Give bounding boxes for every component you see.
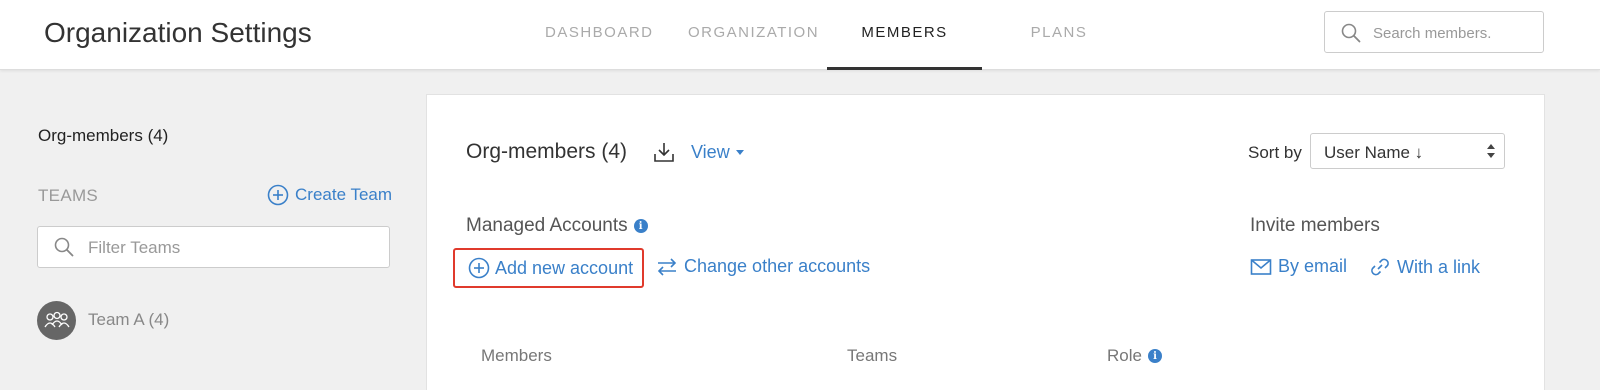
change-other-accounts-label: Change other accounts (684, 256, 871, 276)
add-new-account-button[interactable]: Add new account (453, 248, 644, 288)
sort-select[interactable]: User Name ↓ (1310, 133, 1505, 169)
filter-teams-box (37, 226, 390, 268)
sidebar-heading-org-members[interactable]: Org-members (4) (38, 126, 168, 146)
team-list-item[interactable]: Team A (4) (37, 300, 169, 340)
teams-section-label: TEAMS (38, 186, 99, 205)
role-label: Role (1107, 346, 1142, 365)
caret-down-icon (735, 150, 744, 155)
create-team-button[interactable]: Create Team (267, 183, 392, 207)
sort-value: User Name ↓ (1324, 143, 1424, 162)
members-title: Org-members (4) (466, 140, 628, 163)
search-icon (1341, 23, 1361, 43)
link-icon (1371, 258, 1389, 276)
with-a-link-label: With a link (1397, 256, 1481, 277)
filter-teams-input[interactable] (88, 235, 368, 261)
invite-with-link-button[interactable]: With a link (1369, 256, 1480, 278)
search-box (1324, 11, 1544, 53)
invite-members-heading: Invite members (1250, 215, 1380, 236)
view-label: View (691, 142, 730, 162)
column-header-members[interactable]: Members (481, 346, 552, 366)
view-dropdown[interactable]: View (691, 142, 744, 163)
page-title: Organization Settings (44, 17, 312, 48)
tab-members[interactable]: MEMBERS (827, 0, 982, 70)
envelope-icon (1250, 258, 1272, 275)
tab-plans[interactable]: PLANS (1020, 0, 1098, 70)
managed-accounts-heading: Managed Accounts i (466, 215, 648, 237)
info-icon[interactable]: i (633, 219, 648, 233)
top-header: Organization Settings DASHBOARD ORGANIZA… (0, 0, 1600, 70)
search-input[interactable] (1373, 20, 1533, 46)
info-icon[interactable]: i (1147, 349, 1162, 363)
plus-circle-icon (267, 184, 289, 206)
search-icon (54, 237, 74, 257)
download-icon[interactable] (653, 141, 675, 163)
tab-organization[interactable]: ORGANIZATION (688, 0, 818, 70)
team-name: Team A (4) (88, 310, 170, 329)
managed-accounts-label: Managed Accounts (466, 215, 628, 236)
column-header-role[interactable]: Role i (1107, 346, 1162, 366)
select-arrows-icon (1487, 144, 1495, 158)
create-team-label: Create Team (295, 185, 393, 204)
members-panel: Org-members (4) View Sort by User Name ↓… (426, 94, 1545, 390)
group-icon (37, 300, 76, 340)
add-new-account-label: Add new account (495, 257, 634, 278)
invite-by-email-button[interactable]: By email (1250, 256, 1347, 277)
tab-dashboard[interactable]: DASHBOARD (545, 0, 652, 70)
change-other-accounts-button[interactable]: Change other accounts (656, 256, 870, 277)
by-email-label: By email (1278, 256, 1348, 276)
sort-label: Sort by (1248, 143, 1302, 162)
plus-circle-icon (468, 257, 490, 279)
column-header-teams[interactable]: Teams (847, 346, 897, 366)
swap-arrows-icon (657, 257, 677, 276)
